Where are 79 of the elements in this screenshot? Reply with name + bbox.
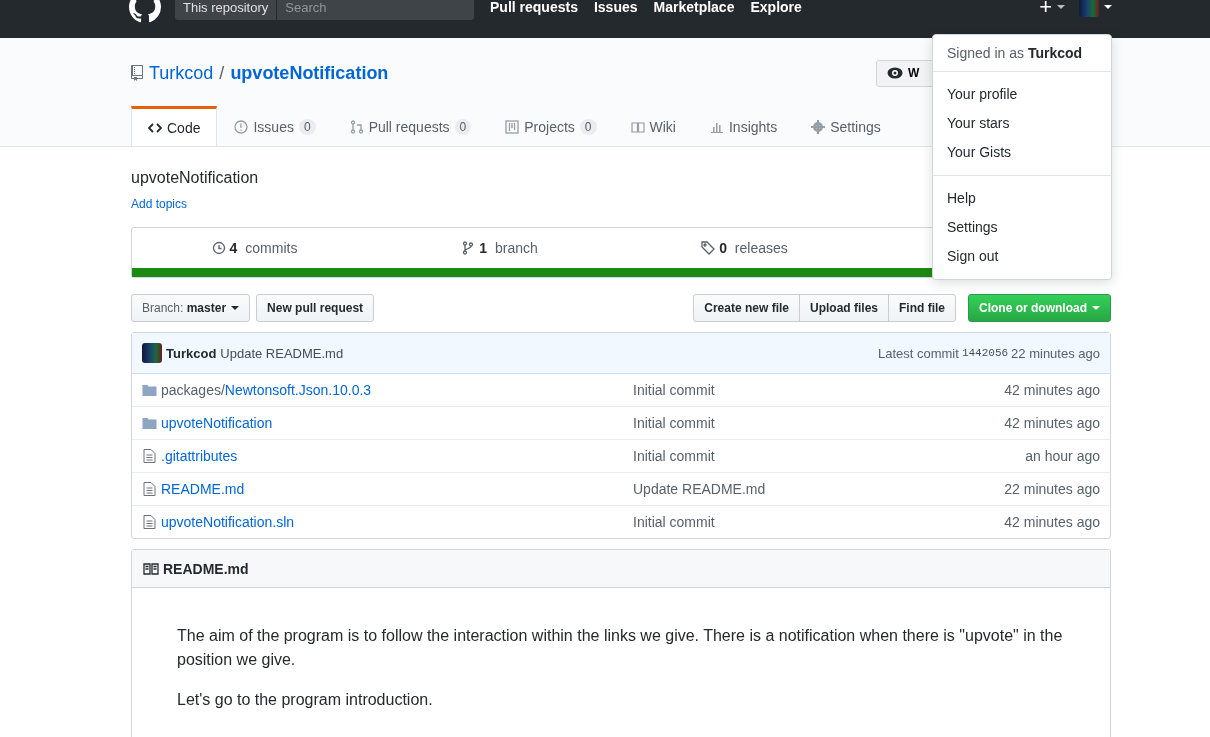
commit-sha-link[interactable]: 1442056	[961, 347, 1009, 359]
file-name-link[interactable]: upvoteNotification	[161, 415, 273, 431]
repo-tab[interactable]: Wiki	[613, 106, 693, 146]
bar-chart-icon	[709, 120, 724, 134]
book-icon	[630, 120, 645, 134]
user-avatar-icon[interactable]	[142, 343, 162, 363]
menu-item[interactable]: Help	[933, 184, 1111, 213]
nav-link[interactable]: Explore	[750, 0, 802, 15]
file-action-button[interactable]: Find file	[888, 294, 956, 322]
file-commit-message[interactable]: Initial commit	[633, 514, 1005, 530]
search-field[interactable]: Search	[277, 0, 474, 20]
octocat-logo-icon[interactable]	[129, 0, 161, 23]
add-topics-link[interactable]: Add topics	[131, 197, 188, 211]
file-name-link[interactable]: .gitattributes	[161, 448, 238, 464]
folder-icon	[142, 384, 157, 396]
path-separator: /	[219, 62, 225, 84]
search-scope-button[interactable]: This repository	[175, 0, 277, 20]
commit-age: 22 minutes ago	[1011, 345, 1100, 361]
readme-paragraph: The aim of the program is to follow the interaction within the links we give. There is a notification when there is "upvote" in the position we give.	[177, 626, 1064, 670]
folder-icon	[142, 417, 157, 429]
project-board-icon	[505, 120, 520, 134]
file-commit-age: 22 minutes ago	[1004, 481, 1100, 497]
file-commit-message[interactable]: Update README.md	[633, 481, 1005, 497]
new-pull-request-button[interactable]: New pull request	[256, 294, 375, 322]
tag-icon	[701, 241, 716, 255]
menu-item[interactable]: Sign out	[933, 242, 1111, 271]
repo-owner-link[interactable]: Turkcod	[149, 62, 214, 84]
file-icon	[142, 515, 157, 529]
new-menu-button[interactable]: +	[1039, 0, 1065, 20]
menu-item[interactable]: Your profile	[933, 80, 1111, 109]
nav-link[interactable]: Issues	[593, 0, 638, 15]
branch-select-button[interactable]: Branch: master	[131, 294, 251, 322]
history-icon	[211, 241, 226, 255]
repo-stat-link[interactable]: 4 commits	[132, 240, 377, 256]
file-action-button[interactable]: Create new file	[693, 294, 800, 322]
file-commit-message[interactable]: Initial commit	[633, 382, 1005, 398]
repo-tab[interactable]: Pull requests 0	[332, 106, 489, 146]
file-commit-age: 42 minutes ago	[1004, 382, 1100, 398]
code-icon	[148, 120, 162, 135]
repo-tab[interactable]: Code	[131, 106, 218, 147]
file-name-link[interactable]: upvoteNotification.sln	[161, 514, 295, 530]
file-commit-message[interactable]: Initial commit	[633, 448, 1026, 464]
readme-paragraph: Let's go to the program introduction.	[177, 690, 434, 710]
commit-message-link[interactable]: Update README.md	[220, 345, 344, 361]
branch-icon	[461, 241, 476, 255]
latest-commit-label: Latest commit	[877, 345, 959, 361]
repo-book-icon	[131, 65, 143, 81]
book-icon	[143, 562, 159, 575]
file-commit-message[interactable]: Initial commit	[633, 415, 1005, 431]
file-commit-age: 42 minutes ago	[1004, 514, 1100, 530]
gear-icon	[811, 120, 826, 134]
file-icon	[142, 482, 157, 496]
repo-stat-link[interactable]: 1 branch	[377, 240, 622, 256]
eye-icon	[887, 67, 903, 79]
repo-description: upvoteNotification	[131, 169, 260, 188]
file-icon	[142, 449, 157, 463]
commit-author-link[interactable]: Turkcod	[166, 345, 217, 361]
file-commit-age: 42 minutes ago	[1004, 415, 1100, 431]
menu-item[interactable]: Your Gists	[933, 138, 1111, 167]
menu-item[interactable]: Your stars	[933, 109, 1111, 138]
issue-icon	[234, 120, 249, 134]
repo-name-link[interactable]: upvoteNotification	[230, 62, 389, 84]
nav-link[interactable]: Pull requests	[490, 0, 578, 15]
file-action-button[interactable]: Upload files	[799, 294, 889, 322]
avatar-menu-button[interactable]	[1079, 0, 1112, 17]
signed-in-text: Signed in as Turkcod	[933, 35, 1111, 72]
file-name-link[interactable]: Newtonsoft.Json.10.0.3	[224, 382, 372, 398]
file-name-link[interactable]: README.md	[161, 481, 245, 497]
file-commit-age: an hour ago	[1025, 448, 1100, 464]
folder-path-prefix: packages/	[161, 382, 225, 398]
pull-request-icon	[349, 120, 364, 134]
repo-tab[interactable]: Issues 0	[217, 106, 333, 146]
repo-tab[interactable]: Settings	[794, 106, 898, 146]
repo-tab[interactable]: Projects 0	[488, 106, 614, 146]
nav-link[interactable]: Marketplace	[653, 0, 735, 15]
menu-item[interactable]: Settings	[933, 213, 1111, 242]
repo-stat-link[interactable]: 0 releases	[622, 240, 867, 256]
repo-tab[interactable]: Insights	[692, 106, 795, 146]
readme-title: README.md	[163, 560, 249, 577]
